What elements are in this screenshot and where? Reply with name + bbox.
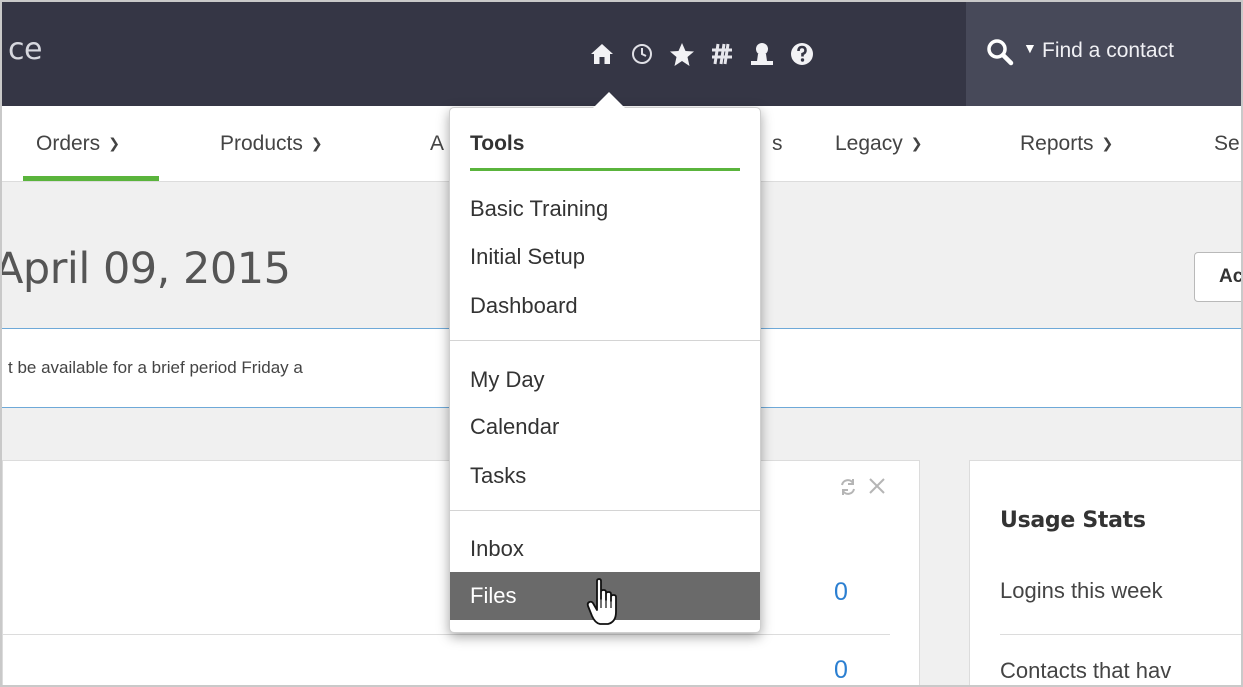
active-nav-indicator	[23, 176, 159, 181]
notice-text: t be available for a brief period Friday…	[8, 358, 303, 377]
nav-item-label: s	[772, 132, 783, 155]
clock-icon[interactable]	[624, 36, 660, 72]
nav-item-legacy[interactable]: Legacy ❯	[835, 132, 922, 156]
row-divider	[2, 634, 890, 635]
nav-item-label: Products	[220, 132, 303, 155]
search-input[interactable]	[1042, 34, 1241, 68]
usage-row: Contacts that hav	[1000, 658, 1172, 683]
panel-controls	[838, 477, 886, 503]
usage-stats-panel	[969, 460, 1241, 685]
chevron-down-icon: ❯	[108, 135, 120, 151]
user-icon[interactable]	[744, 36, 780, 72]
menu-divider	[450, 510, 760, 511]
nav-item-label: Legacy	[835, 132, 903, 155]
menu-item-my-day[interactable]: My Day	[450, 358, 760, 402]
app-title: ce	[8, 32, 42, 67]
dropdown-heading: Tools	[470, 132, 525, 155]
nav-item-partial-s[interactable]: s	[772, 132, 783, 156]
menu-item-inbox[interactable]: Inbox	[450, 527, 760, 571]
stat-value[interactable]: 0	[834, 578, 848, 607]
action-button[interactable]: Ac	[1194, 252, 1241, 302]
nav-item-partial-se[interactable]: Se	[1214, 132, 1240, 156]
menu-item-calendar[interactable]: Calendar	[450, 405, 760, 449]
page-date: April 09, 2015	[0, 244, 291, 294]
chevron-down-icon: ❯	[310, 135, 323, 151]
hashtag-icon[interactable]	[704, 36, 740, 72]
top-bar: ce ▼	[2, 2, 1241, 106]
help-icon[interactable]	[784, 36, 820, 72]
dropdown-pointer	[593, 92, 625, 108]
top-icon-bar	[584, 36, 820, 72]
nav-item-label: Se	[1214, 132, 1240, 155]
menu-item-tasks[interactable]: Tasks	[450, 454, 760, 498]
star-icon[interactable]	[664, 36, 700, 72]
tools-dropdown-menu: Tools Basic Training Initial Setup Dashb…	[449, 107, 761, 633]
hand-cursor-icon	[586, 578, 622, 633]
home-icon[interactable]	[584, 36, 620, 72]
caret-down-icon[interactable]: ▼	[1023, 40, 1037, 56]
menu-divider	[450, 340, 760, 341]
nav-item-products[interactable]: Products ❯	[220, 132, 323, 156]
menu-item-dashboard[interactable]: Dashboard	[450, 284, 760, 328]
menu-item-initial-setup[interactable]: Initial Setup	[450, 235, 760, 279]
search-icon[interactable]	[986, 38, 1014, 71]
close-icon[interactable]	[868, 477, 886, 503]
search-area: ▼	[966, 2, 1241, 106]
stat-value[interactable]: 0	[834, 656, 848, 685]
chevron-down-icon: ❯	[1101, 135, 1114, 151]
chevron-down-icon: ❯	[910, 135, 923, 151]
nav-item-label: Reports	[1020, 132, 1094, 155]
menu-item-basic-training[interactable]: Basic Training	[450, 187, 760, 231]
app-window: ce ▼ Find a contact Orders ❯ Products ❯ …	[0, 0, 1243, 687]
row-divider	[1000, 634, 1241, 635]
nav-item-label: Orders	[36, 132, 101, 155]
page-title: April 09, 2015	[2, 244, 298, 294]
usage-row: Logins this week	[1000, 578, 1163, 603]
nav-item-orders[interactable]: Orders ❯	[36, 132, 120, 156]
nav-item-partial-a[interactable]: A	[430, 132, 444, 156]
refresh-icon[interactable]	[838, 477, 858, 503]
heading-underline	[470, 168, 740, 171]
nav-item-reports[interactable]: Reports ❯	[1020, 132, 1113, 156]
nav-item-label: A	[430, 132, 445, 155]
usage-stats-title: Usage Stats	[1000, 508, 1146, 533]
